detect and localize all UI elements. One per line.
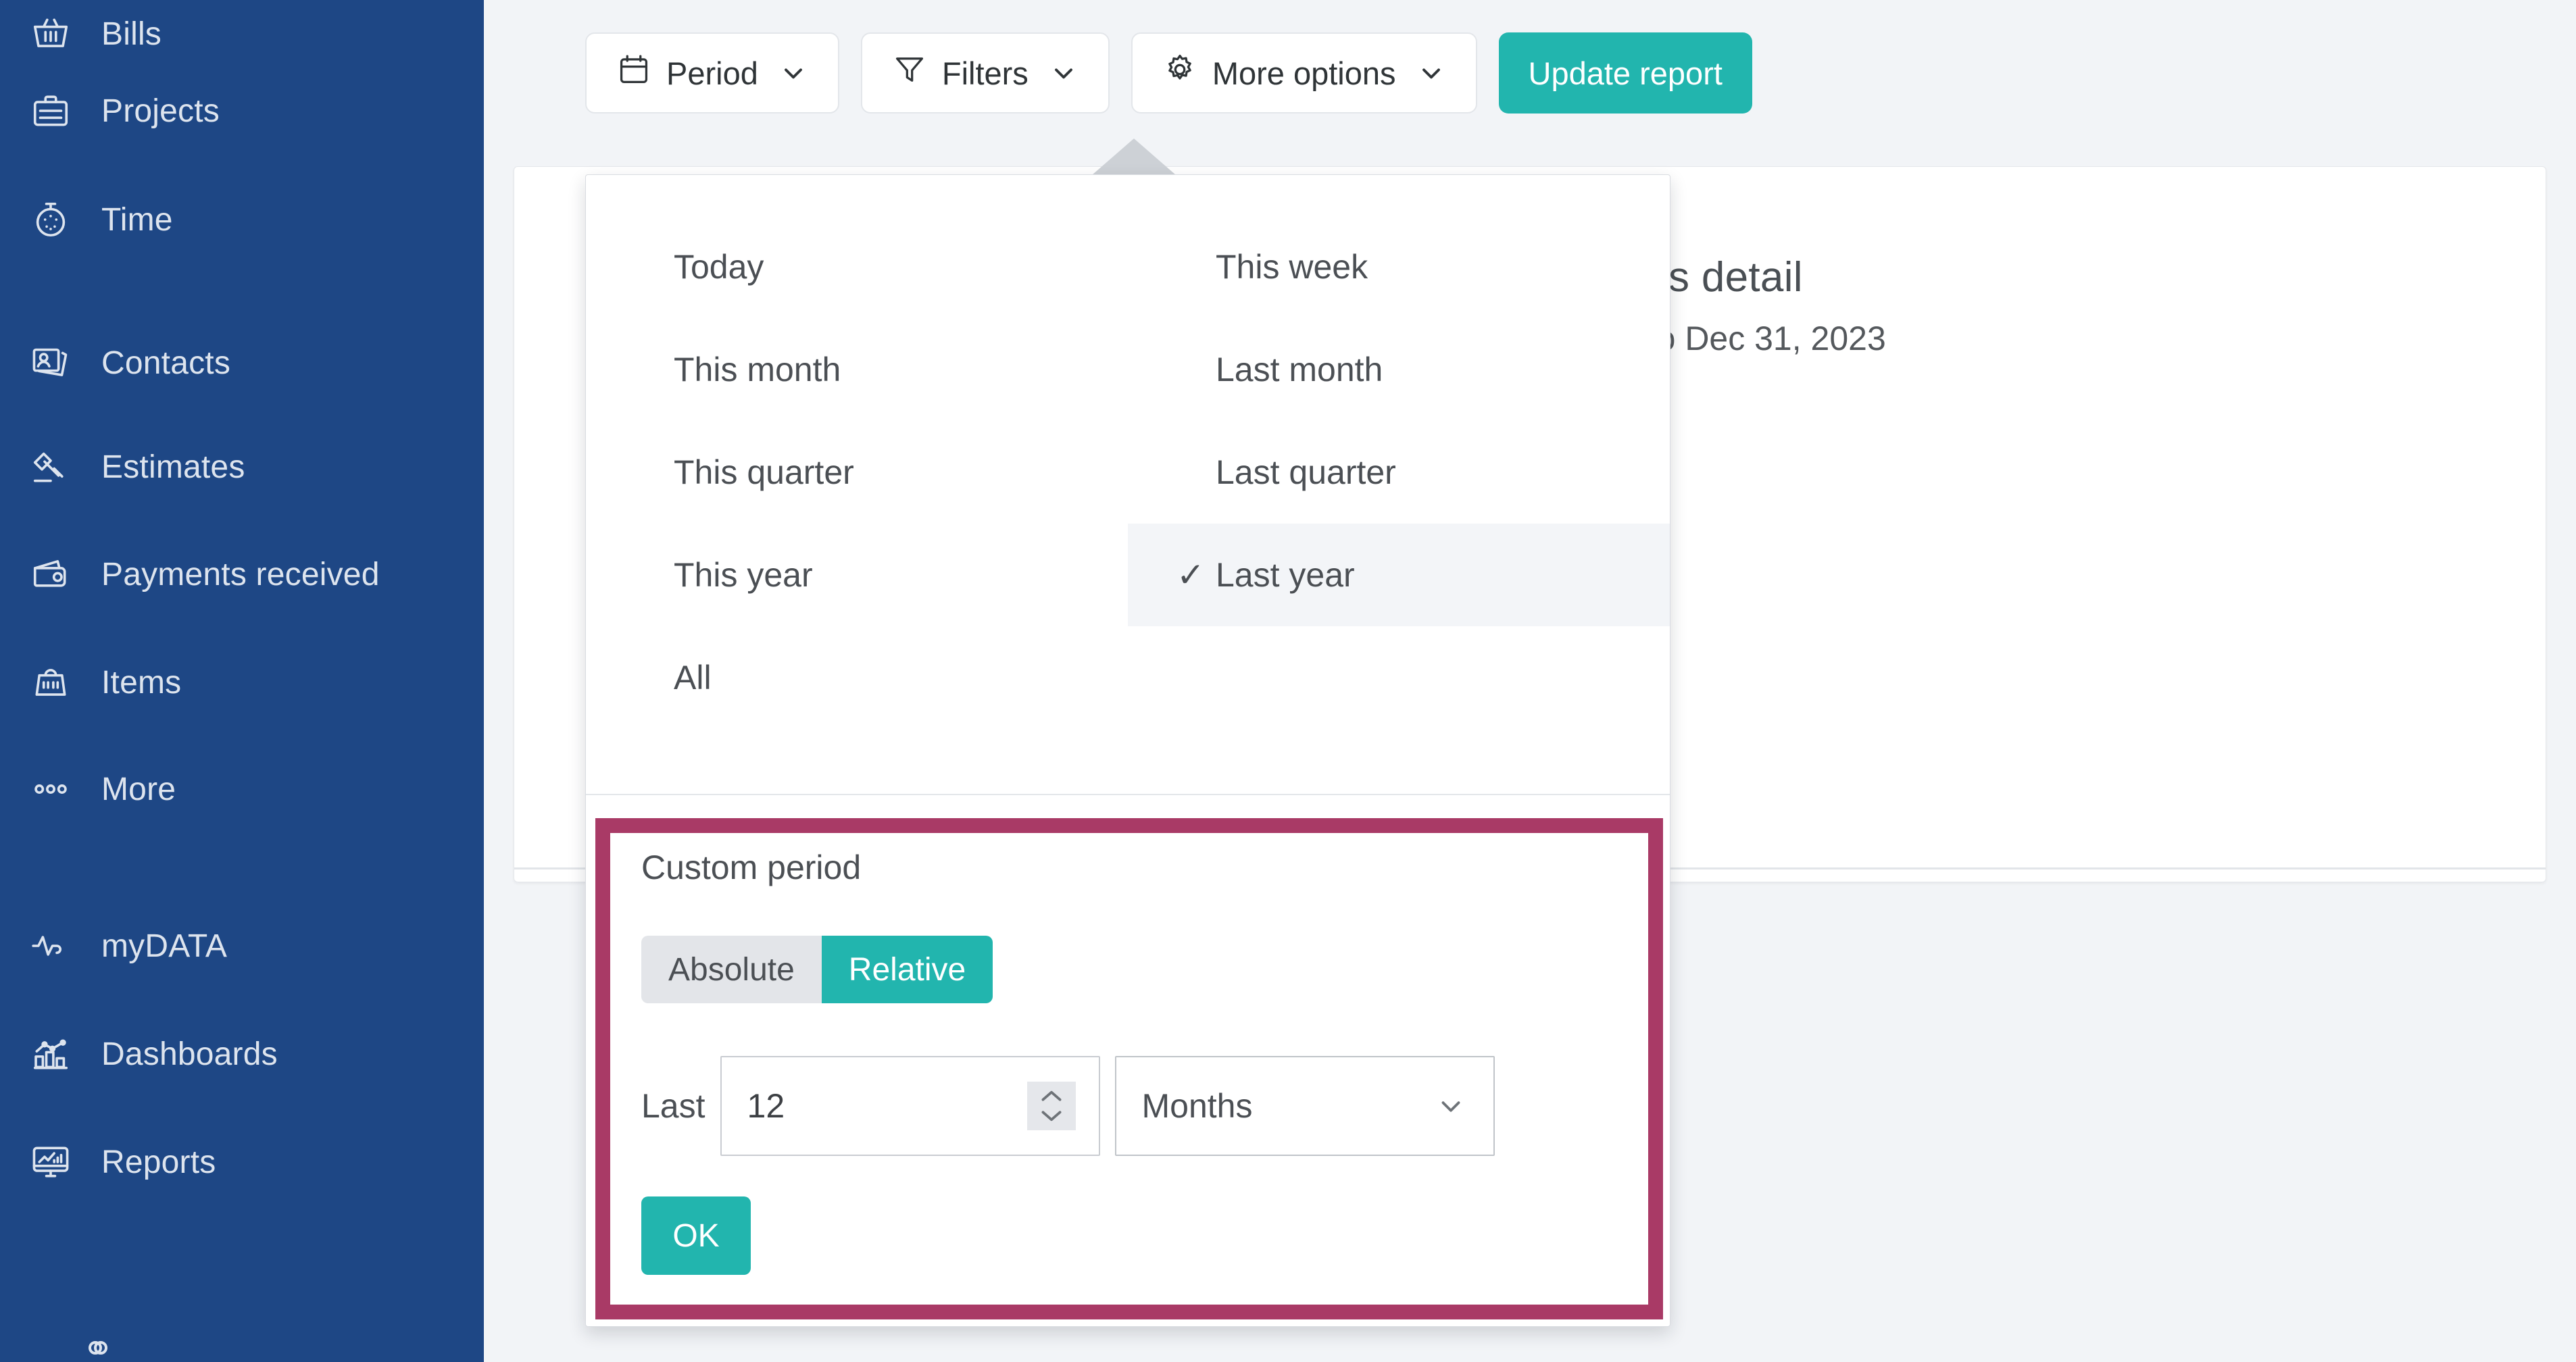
preset-this-month[interactable]: This month <box>586 318 1128 421</box>
update-report-button[interactable]: Update report <box>1498 32 1752 114</box>
preset-row: This year ✓ Last year <box>586 524 1670 626</box>
preset-label: Last month <box>1216 351 1383 388</box>
wallet-icon <box>0 553 101 595</box>
period-button[interactable]: Period <box>585 32 839 114</box>
chevron-down-icon <box>778 58 808 88</box>
last-label: Last <box>641 1087 705 1125</box>
sidebar-item-label: More <box>101 771 176 807</box>
preset-this-year[interactable]: This year <box>586 524 1128 626</box>
gear-icon <box>1162 52 1197 95</box>
more-options-button[interactable]: More options <box>1131 32 1477 114</box>
sidebar-item-label: Contacts <box>101 345 231 381</box>
sidebar-item-dashboards[interactable]: Dashboards <box>0 1020 484 1088</box>
sidebar-item-label: Projects <box>101 93 220 129</box>
relative-amount-value: 12 <box>747 1087 785 1125</box>
mode-absolute-button[interactable]: Absolute <box>641 936 822 1003</box>
period-button-label: Period <box>666 55 758 91</box>
preset-label: This week <box>1216 248 1368 286</box>
sidebar-item-items[interactable]: Items <box>0 649 484 716</box>
sidebar-item-label: Time <box>101 201 173 238</box>
chevron-down-icon <box>1049 58 1079 88</box>
check-icon: ✓ <box>1176 556 1205 594</box>
sidebar-item-label: myDATA <box>101 928 228 964</box>
preset-label: This quarter <box>674 453 854 491</box>
chevron-down-icon <box>1435 1090 1466 1121</box>
sidebar-item-bills[interactable]: Bills <box>0 0 484 68</box>
sidebar-item-projects[interactable]: Projects <box>0 77 484 145</box>
basket-icon <box>0 13 101 55</box>
period-dropdown-panel: Today This week This month Last month Th… <box>585 174 1670 1327</box>
popup-caret <box>1092 138 1176 175</box>
barchart-icon <box>0 1033 101 1075</box>
quantity-stepper[interactable] <box>1026 1082 1076 1130</box>
calendar-icon <box>616 52 651 95</box>
custom-period-highlight: Custom period Absolute Relative Last 12 <box>595 818 1663 1319</box>
preset-row: This month Last month <box>586 318 1670 421</box>
sidebar-item-payments-received[interactable]: Payments received <box>0 540 484 608</box>
funnel-icon <box>892 52 927 95</box>
sidebar-item-contacts[interactable]: Contacts <box>0 329 484 397</box>
toolbox-icon <box>0 90 101 132</box>
sidebar-item-time[interactable]: Time <box>0 186 484 253</box>
relative-period-row: Last 12 Months <box>641 1056 1495 1156</box>
sidebar-item-label: Estimates <box>101 449 245 485</box>
period-mode-toggle: Absolute Relative <box>641 936 993 1003</box>
preset-last-year[interactable]: ✓ Last year <box>1128 524 1670 626</box>
mode-relative-button[interactable]: Relative <box>821 936 993 1003</box>
sidebar-item-mydata[interactable]: myDATA <box>0 912 484 980</box>
relative-unit-select[interactable]: Months <box>1114 1056 1495 1156</box>
preset-label: This month <box>674 351 841 388</box>
preset-all[interactable]: All <box>586 626 1128 729</box>
sidebar-item-label: Reports <box>101 1144 216 1180</box>
relative-amount-input[interactable]: 12 <box>720 1056 1100 1156</box>
preset-label: Today <box>674 248 764 286</box>
infinity-icon <box>76 1334 118 1362</box>
gavel-icon <box>0 446 101 488</box>
update-report-button-label: Update report <box>1528 55 1723 91</box>
shopbag-icon <box>0 661 101 703</box>
preset-row: This quarter Last quarter <box>586 421 1670 524</box>
custom-period-title: Custom period <box>641 849 862 886</box>
filters-button-label: Filters <box>941 55 1029 91</box>
preset-label: This year <box>674 556 813 594</box>
relative-unit-value: Months <box>1141 1087 1253 1125</box>
preset-label: Last year <box>1216 556 1355 594</box>
chevron-down-icon <box>1416 58 1446 88</box>
stopwatch-icon <box>0 199 101 241</box>
preset-row: Today This week <box>586 216 1670 318</box>
preset-last-quarter[interactable]: Last quarter <box>1128 421 1670 524</box>
ellipsis-icon <box>0 768 101 810</box>
sidebar-item-label: Items <box>101 664 182 701</box>
monitor-icon <box>0 1141 101 1183</box>
sidebar-item-label: Dashboards <box>101 1036 278 1072</box>
sidebar-item-reports[interactable]: Reports <box>0 1128 484 1196</box>
sidebar-item-label: Bills <box>101 16 162 52</box>
pulse-icon <box>0 925 101 967</box>
main-content: Period Filters More options Update repor… <box>484 0 2576 1362</box>
custom-period-section: Custom period Absolute Relative Last 12 <box>610 833 1648 1305</box>
preset-label: All <box>674 659 712 697</box>
popup-divider <box>586 794 1670 795</box>
preset-empty-slot <box>1128 626 1670 729</box>
sidebar-item-label: Payments received <box>101 556 380 592</box>
sidebar-item-more[interactable]: More <box>0 755 484 823</box>
preset-last-month[interactable]: Last month <box>1128 318 1670 421</box>
preset-this-week[interactable]: This week <box>1128 216 1670 318</box>
sidebar-item-estimates[interactable]: Estimates <box>0 433 484 501</box>
preset-row: All <box>586 626 1670 729</box>
contacts-icon <box>0 342 101 384</box>
filters-button[interactable]: Filters <box>860 32 1110 114</box>
preset-this-quarter[interactable]: This quarter <box>586 421 1128 524</box>
preset-label: Last quarter <box>1216 453 1396 491</box>
preset-today[interactable]: Today <box>586 216 1128 318</box>
ok-button[interactable]: OK <box>641 1196 751 1275</box>
report-toolbar: Period Filters More options Update repor… <box>585 32 1752 114</box>
period-preset-grid: Today This week This month Last month Th… <box>586 175 1670 794</box>
sidebar: Bills Projects Time Contacts Estimates P… <box>0 0 484 1362</box>
app-root: Bills Projects Time Contacts Estimates P… <box>0 0 2576 1362</box>
more-options-button-label: More options <box>1212 55 1396 91</box>
